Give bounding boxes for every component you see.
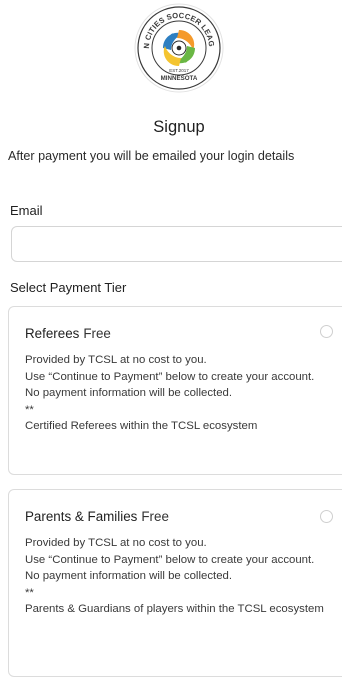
tier-name: Parents & Families <box>25 509 138 524</box>
tier-line: No payment information will be collected… <box>25 570 233 582</box>
tier-line: No payment information will be collected… <box>25 387 233 399</box>
tier-line: Use “Continue to Payment” below to creat… <box>25 370 315 383</box>
tier-header: Referees Free <box>25 326 111 341</box>
page-subtitle: After payment you will be emailed your l… <box>8 149 295 163</box>
tier-price: Free <box>141 509 169 524</box>
tier-name: Referees <box>25 326 80 341</box>
tier-line: Parents & Guardians of players within th… <box>25 603 324 615</box>
signup-page: TWIN CITIES SOCCER LEAGUES EST.2017 MINN… <box>0 0 342 686</box>
tier-card-referees[interactable]: Referees Free Provided by TCSL at no cost… <box>8 306 342 475</box>
email-input[interactable] <box>11 226 342 262</box>
payment-tier-label: Select Payment Tier <box>10 280 127 295</box>
tier-header: Parents & Families Free <box>25 509 169 524</box>
tcsl-logo: TWIN CITIES SOCCER LEAGUES EST.2017 MINN… <box>129 0 225 94</box>
tier-price: Free <box>83 326 111 341</box>
tier-line: ** <box>25 586 34 599</box>
tier-radio-referees[interactable] <box>320 325 333 338</box>
page-title: Signup <box>153 118 205 136</box>
tier-description: Provided by TCSL at no cost to you. Use … <box>25 535 325 618</box>
logo-state-text: MINNESOTA <box>161 75 198 82</box>
email-label: Email <box>10 203 43 218</box>
tier-line: Provided by TCSL at no cost to you. <box>25 354 207 366</box>
tier-description: Provided by TCSL at no cost to you. Use … <box>25 352 325 435</box>
tier-line: ** <box>25 403 34 416</box>
tier-line: Certified Referees within the TCSL ecosy… <box>25 420 258 432</box>
logo-est-text: EST.2017 <box>169 68 189 73</box>
tier-radio-parents-families[interactable] <box>320 510 333 523</box>
tier-line: Provided by TCSL at no cost to you. <box>25 537 207 549</box>
tier-card-parents-families[interactable]: Parents & Families Free Provided by TCSL … <box>8 489 342 677</box>
tier-line: Use “Continue to Payment” below to creat… <box>25 553 315 566</box>
